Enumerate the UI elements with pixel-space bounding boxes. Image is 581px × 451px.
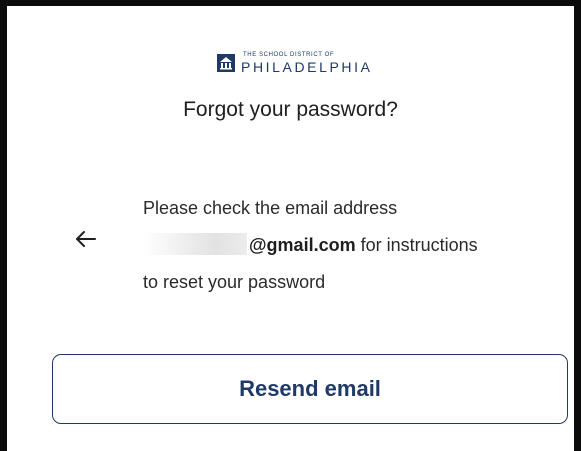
dialog-frame: THE SCHOOL DISTRICT OF PHILADELPHIA Forg… xyxy=(0,0,581,451)
logo-top-line: THE SCHOOL DISTRICT OF xyxy=(243,52,335,58)
message-line-1: Please check the email address xyxy=(143,198,398,218)
logo-name: PHILADELPHIA xyxy=(241,59,373,75)
logo-text: THE SCHOOL DISTRICT OF PHILADELPHIA xyxy=(241,52,373,74)
message-line-2-suffix: for instructions xyxy=(355,235,478,255)
instruction-message: Please check the email address @gmail.co… xyxy=(143,190,573,301)
message-line-2: @gmail.com for instructions xyxy=(143,227,573,264)
message-line-3: to reset your password xyxy=(143,272,326,292)
school-district-logo-icon xyxy=(217,54,235,72)
redacted-email-username xyxy=(143,233,247,255)
email-domain: @gmail.com xyxy=(249,235,356,255)
resend-email-button[interactable]: Resend email xyxy=(52,354,568,424)
page-title: Forgot your password? xyxy=(183,98,398,121)
arrow-left-icon[interactable] xyxy=(73,226,99,252)
district-logo: THE SCHOOL DISTRICT OF PHILADELPHIA xyxy=(217,50,373,76)
